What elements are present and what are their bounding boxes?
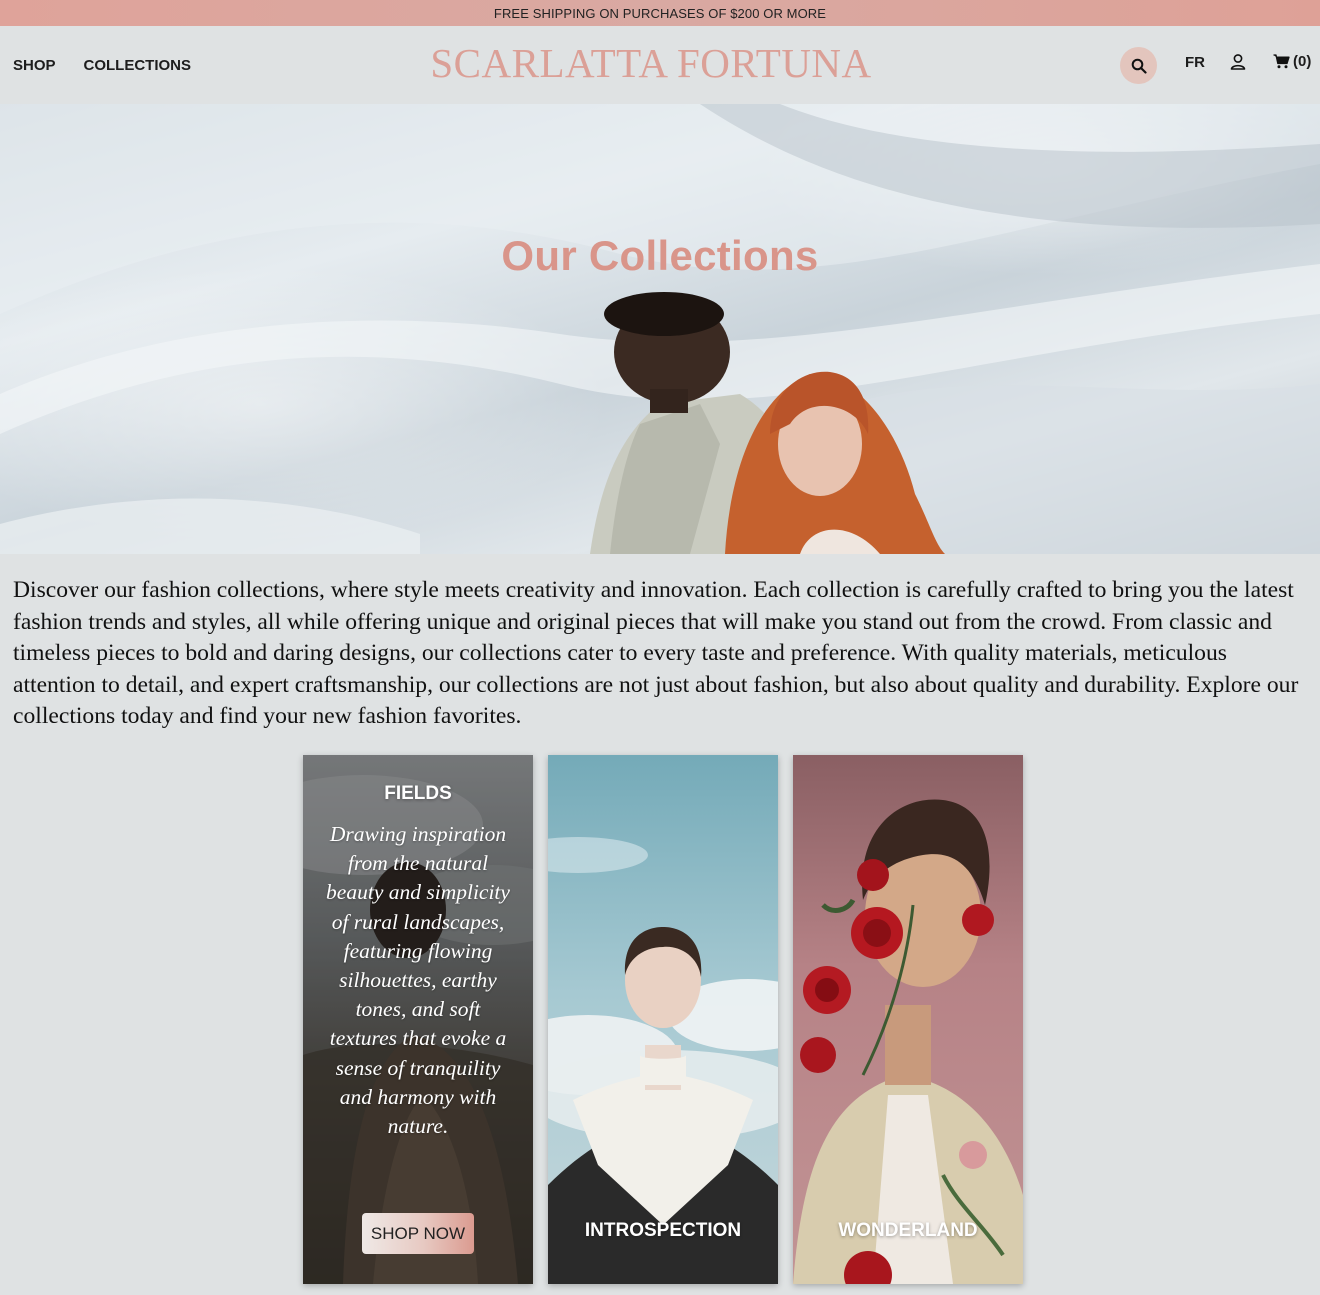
cart-icon xyxy=(1273,54,1290,69)
nav-collections[interactable]: COLLECTIONS xyxy=(84,57,192,74)
collection-card-introspection[interactable]: INTROSPECTION xyxy=(548,755,778,1284)
wonderland-image xyxy=(793,755,1023,1284)
shop-now-button[interactable]: SHOP NOW xyxy=(362,1213,474,1254)
hero-image xyxy=(0,104,1320,554)
collection-card-wonderland[interactable]: WONDERLAND xyxy=(793,755,1023,1284)
cart-button[interactable]: (0) xyxy=(1273,53,1311,70)
brand-logo[interactable]: SCARLATTA FORTUNA xyxy=(430,40,871,86)
site-header: SHOP COLLECTIONS SCARLATTA FORTUNA FR (0… xyxy=(0,26,1320,104)
search-icon xyxy=(1131,58,1147,74)
cart-count: (0) xyxy=(1293,53,1312,70)
collection-description: Drawing inspiration from the natural bea… xyxy=(326,822,510,1139)
collection-title: WONDERLAND xyxy=(838,1220,978,1241)
main-nav: SHOP COLLECTIONS xyxy=(13,26,191,104)
collection-title: INTROSPECTION xyxy=(584,1220,742,1241)
promo-banner: FREE SHIPPING ON PURCHASES OF $200 OR MO… xyxy=(0,0,1320,26)
introspection-image xyxy=(548,755,778,1284)
account-icon xyxy=(1230,54,1246,70)
account-button[interactable] xyxy=(1229,53,1247,71)
search-button[interactable] xyxy=(1120,47,1157,84)
collections-intro: Discover our fashion collections, where … xyxy=(13,577,1299,729)
collection-title: FIELDS xyxy=(384,783,452,804)
hero-banner: Our Collections xyxy=(0,104,1320,554)
language-toggle[interactable]: FR xyxy=(1185,54,1205,71)
collection-card-fields[interactable]: FIELDS Drawing inspiration from the natu… xyxy=(303,755,533,1284)
nav-shop[interactable]: SHOP xyxy=(13,57,56,74)
promo-text: FREE SHIPPING ON PURCHASES OF $200 OR MO… xyxy=(493,5,827,21)
page-title: Our Collections xyxy=(501,232,819,279)
